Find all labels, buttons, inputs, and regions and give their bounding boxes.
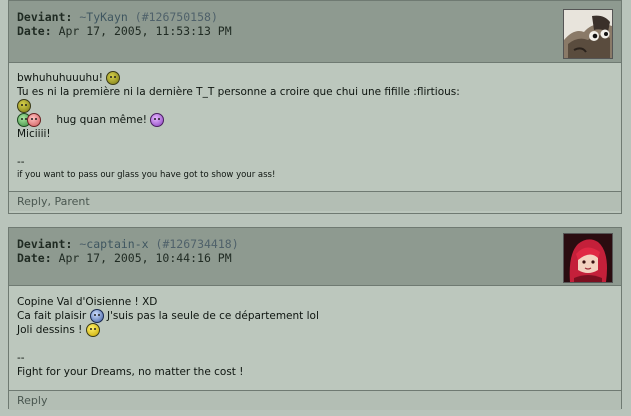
comment-line: Miciiii! [17, 128, 51, 140]
hug-right-smiley-icon [27, 113, 41, 127]
deviant-label: Deviant: [17, 10, 73, 24]
date-label: Date: [17, 24, 52, 38]
anime-girl-avatar-icon[interactable] [563, 233, 613, 283]
comment-meta: Deviant: ~captain-x (#126734418) Date: A… [17, 237, 239, 265]
purple-smiley-icon [150, 113, 165, 127]
cat-avatar-icon[interactable] [563, 9, 613, 59]
date-label: Date: [17, 251, 52, 265]
footer-separator: , [47, 195, 51, 208]
reply-link[interactable]: Reply [17, 195, 47, 208]
reply-link[interactable]: Reply [17, 394, 47, 407]
comment-line: Joli dessins ! [17, 324, 83, 336]
happy-smiley-icon [85, 323, 100, 337]
username-link[interactable]: TyKayn [86, 10, 128, 24]
wave-smiley-icon [89, 309, 104, 323]
comment-126750158: Deviant: ~TyKayn (#126750158) Date: Apr … [8, 0, 622, 214]
comment-id-link[interactable]: #126734418 [162, 237, 231, 251]
comment-body: Copine Val d'Oisienne ! XD Ca fait plais… [9, 286, 621, 390]
comment-footer: Reply, Parent [9, 191, 621, 211]
signature: Fight for your Dreams, no matter the cos… [17, 366, 244, 378]
comment-id-close: ) [210, 10, 218, 24]
comment-line: Tu es ni la première ni la dernière T_T … [17, 86, 460, 98]
comment-126734418: Deviant: ~captain-x (#126734418) Date: A… [8, 227, 622, 410]
comment-meta: Deviant: ~TyKayn (#126750158) Date: Apr … [17, 10, 232, 38]
comment-date: Apr 17, 2005, 11:53:13 PM [58, 24, 232, 38]
comment-line: bwhuhuhuuuhu! [17, 72, 104, 84]
laugh-smiley-icon [106, 71, 121, 85]
comment-header: Deviant: ~TyKayn (#126750158) Date: Apr … [9, 1, 621, 63]
comment-id-link[interactable]: #126750158 [142, 10, 211, 24]
username-link[interactable]: captain-x [86, 237, 148, 251]
signature-separator: -- [17, 156, 25, 168]
signature-separator: -- [17, 352, 25, 364]
comment-line: hug quan même! [56, 114, 147, 126]
comment-footer: Reply [9, 390, 621, 410]
comment-id-open: ( [134, 10, 142, 24]
comment-line: Copine Val d'Oisienne ! XD [17, 296, 158, 308]
comment-date: Apr 17, 2005, 10:44:16 PM [58, 251, 232, 265]
nod-smiley-icon [17, 99, 31, 113]
comment-line: Ca fait plaisir [17, 310, 87, 322]
deviant-label: Deviant: [17, 237, 73, 251]
comment-line: J'suis pas la seule de ce département lo… [106, 310, 319, 322]
comment-id-close: ) [231, 237, 239, 251]
signature: if you want to pass our glass you have g… [17, 170, 276, 180]
comment-header: Deviant: ~captain-x (#126734418) Date: A… [9, 228, 621, 286]
parent-link[interactable]: Parent [54, 195, 89, 208]
comment-body: bwhuhuhuuuhu! Tu es ni la première ni la… [9, 63, 621, 191]
